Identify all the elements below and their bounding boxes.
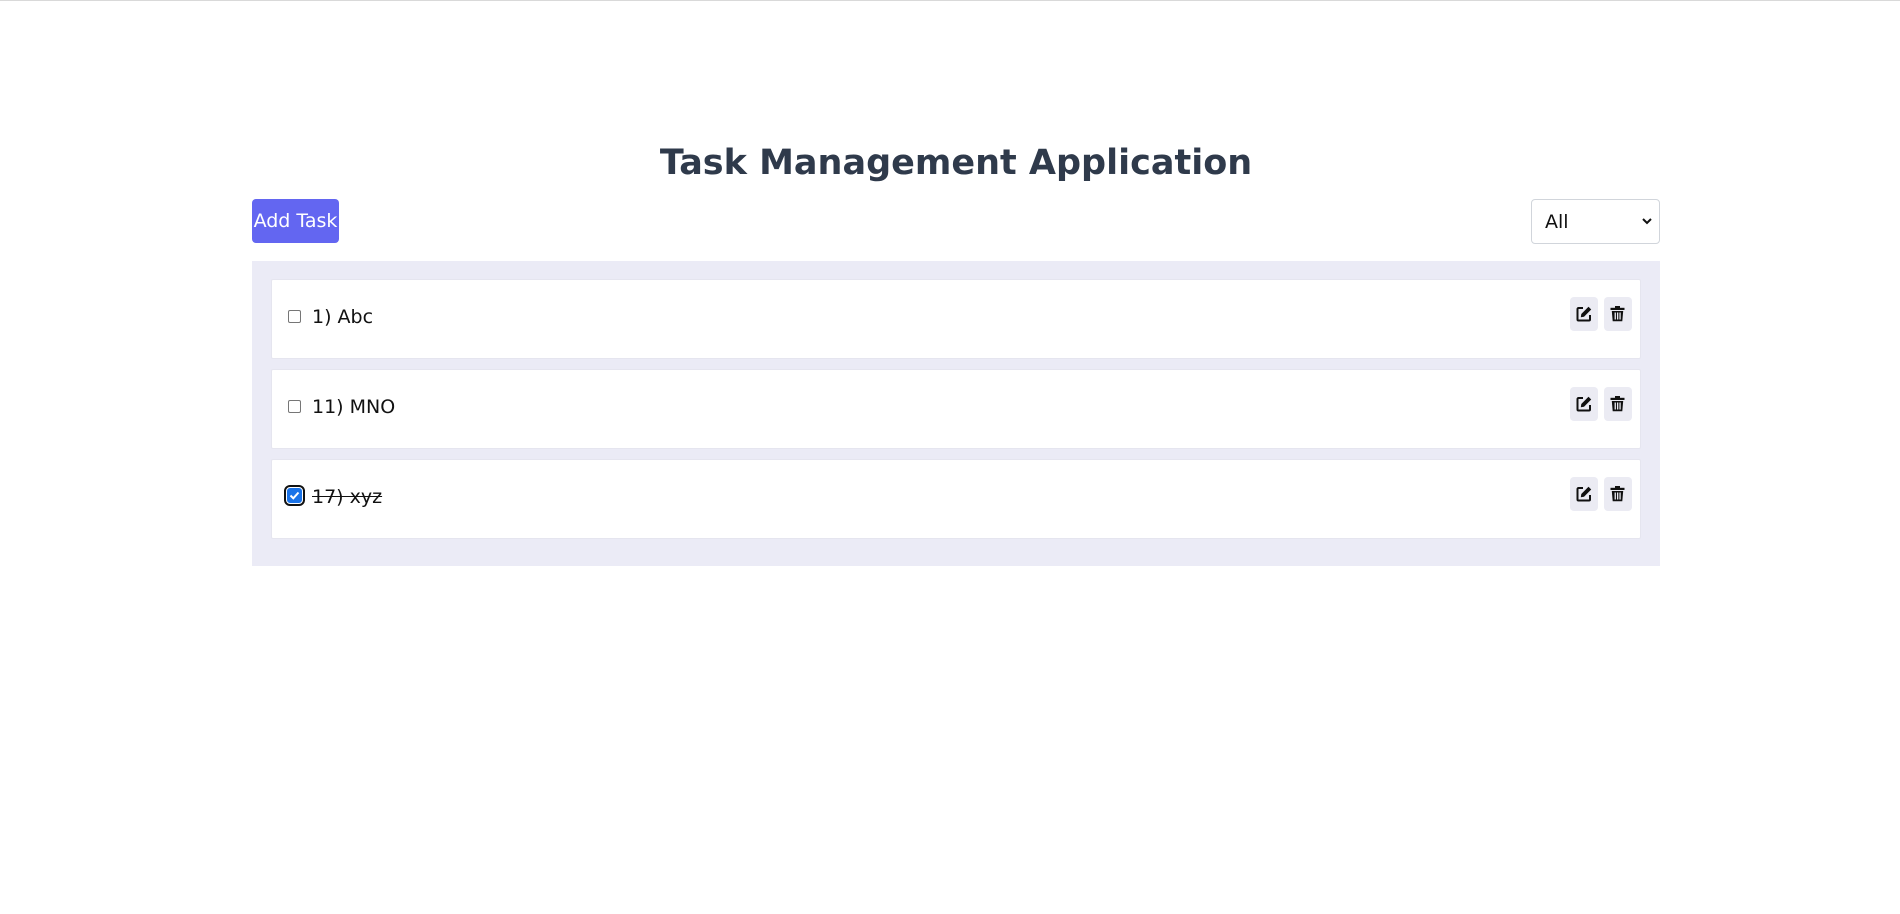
chevron-down-icon <box>1642 218 1652 225</box>
task-checkbox-checked[interactable] <box>284 485 305 506</box>
check-icon <box>289 491 300 500</box>
top-border <box>0 0 1900 1</box>
task-list: 1) Abc 11) MNO 17) xyz <box>252 261 1660 566</box>
delete-task-button[interactable] <box>1604 477 1632 511</box>
filter-selected-value: All <box>1545 211 1569 233</box>
trash-icon <box>1610 306 1625 322</box>
task-label: 17) xyz <box>312 486 383 508</box>
edit-task-button[interactable] <box>1570 297 1598 331</box>
trash-icon <box>1610 396 1625 412</box>
edit-task-button[interactable] <box>1570 477 1598 511</box>
task-checkbox[interactable] <box>288 400 301 413</box>
task-item: 1) Abc <box>271 279 1641 359</box>
task-checkbox[interactable] <box>288 310 301 323</box>
edit-icon <box>1576 486 1592 502</box>
task-item: 17) xyz <box>271 459 1641 539</box>
edit-icon <box>1576 306 1592 322</box>
toolbar: Add Task All <box>252 199 1660 259</box>
task-item: 11) MNO <box>271 369 1641 449</box>
trash-icon <box>1610 486 1625 502</box>
task-app: Task Management Application Add Task All… <box>252 140 1660 566</box>
add-task-button[interactable]: Add Task <box>252 199 339 243</box>
page-title: Task Management Application <box>659 143 1253 183</box>
edit-icon <box>1576 396 1592 412</box>
edit-task-button[interactable] <box>1570 387 1598 421</box>
task-label: 1) Abc <box>312 306 374 328</box>
delete-task-button[interactable] <box>1604 387 1632 421</box>
filter-select[interactable]: All <box>1531 199 1660 244</box>
delete-task-button[interactable] <box>1604 297 1632 331</box>
task-label: 11) MNO <box>312 396 396 418</box>
